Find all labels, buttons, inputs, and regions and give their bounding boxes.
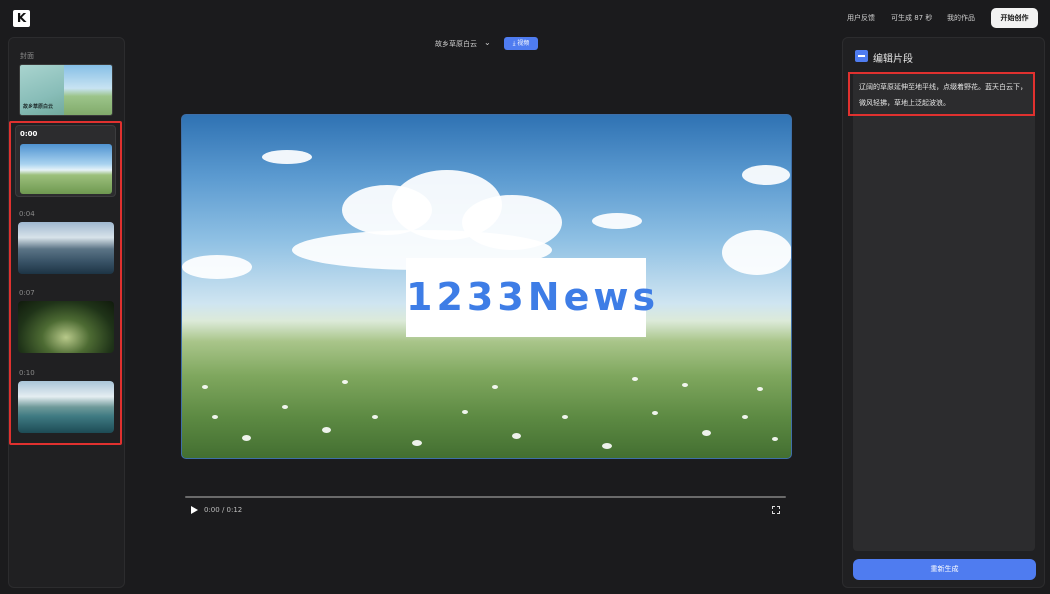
cover-thumbnail[interactable]: 故乡草原白云 <box>19 64 113 116</box>
flower <box>757 387 763 391</box>
cloud <box>742 165 790 185</box>
app-logo[interactable]: K <box>13 10 30 27</box>
start-create-button[interactable]: 开始创作 <box>991 8 1038 28</box>
flower <box>242 435 251 441</box>
cloud <box>262 150 312 164</box>
cover-label: 封面 <box>20 52 34 60</box>
flower <box>212 415 218 419</box>
fullscreen-icon[interactable] <box>772 506 780 514</box>
regenerate-button[interactable]: 重新生成 <box>853 559 1036 580</box>
play-icon[interactable] <box>191 506 198 514</box>
segment-card-0[interactable]: 0:00 <box>15 125 116 197</box>
description-textarea[interactable] <box>853 72 1035 551</box>
edit-panel-title: 编辑片段 <box>873 54 913 65</box>
cover-right-image <box>64 65 112 115</box>
flower <box>512 433 521 439</box>
cloud <box>722 230 791 275</box>
segment-time: 0:00 <box>20 130 38 138</box>
segment-card-3[interactable] <box>18 381 114 433</box>
flower <box>462 410 468 414</box>
flower <box>742 415 748 419</box>
nav-my-works[interactable]: 我的作品 <box>947 13 975 23</box>
chevron-down-icon: ⌄ <box>484 38 491 47</box>
cloud <box>182 255 252 279</box>
top-bar: K 用户反馈 可生成 87 秒 我的作品 开始创作 <box>0 0 1050 36</box>
segment-thumbnail-forest <box>18 301 114 353</box>
flower <box>322 427 331 433</box>
flower <box>372 415 378 419</box>
time-readout: 0:00 / 0:12 <box>204 506 243 514</box>
flower <box>282 405 288 409</box>
cover-title: 故乡草原白云 <box>23 104 54 110</box>
segment-card-1[interactable] <box>18 222 114 274</box>
progress-bar[interactable] <box>185 496 786 498</box>
segment-thumbnail-meadow <box>20 144 112 194</box>
video-title: 故乡草原白云 <box>435 40 477 48</box>
segment-time: 0:04 <box>19 210 35 218</box>
watermark-overlay: 1233News <box>406 258 655 337</box>
flower <box>602 443 612 449</box>
flower <box>492 385 498 389</box>
flower <box>652 411 658 415</box>
download-video-button[interactable]: ⤓ 视频 <box>504 37 538 50</box>
segment-time: 0:10 <box>19 369 35 377</box>
description-text[interactable]: 辽阔的草原延伸至地平线，点缀着野花。蓝天白云下，微风轻拂，草地上泛起波浪。 <box>859 79 1031 111</box>
flower <box>412 440 422 446</box>
flower <box>632 377 638 381</box>
segment-time: 0:07 <box>19 289 35 297</box>
flower <box>702 430 711 436</box>
flower <box>202 385 208 389</box>
flower <box>562 415 568 419</box>
segment-thumbnail-lake <box>18 381 114 433</box>
nav-credits: 可生成 87 秒 <box>891 14 933 22</box>
flower <box>342 380 348 384</box>
cloud <box>592 213 642 229</box>
flower <box>682 383 688 387</box>
edit-clip-icon <box>855 50 868 62</box>
nav-feedback[interactable]: 用户反馈 <box>847 13 875 23</box>
flower <box>772 437 778 441</box>
segment-card-2[interactable] <box>18 301 114 353</box>
video-player[interactable]: 1233News <box>181 114 792 459</box>
segment-thumbnail-mountain <box>18 222 114 274</box>
